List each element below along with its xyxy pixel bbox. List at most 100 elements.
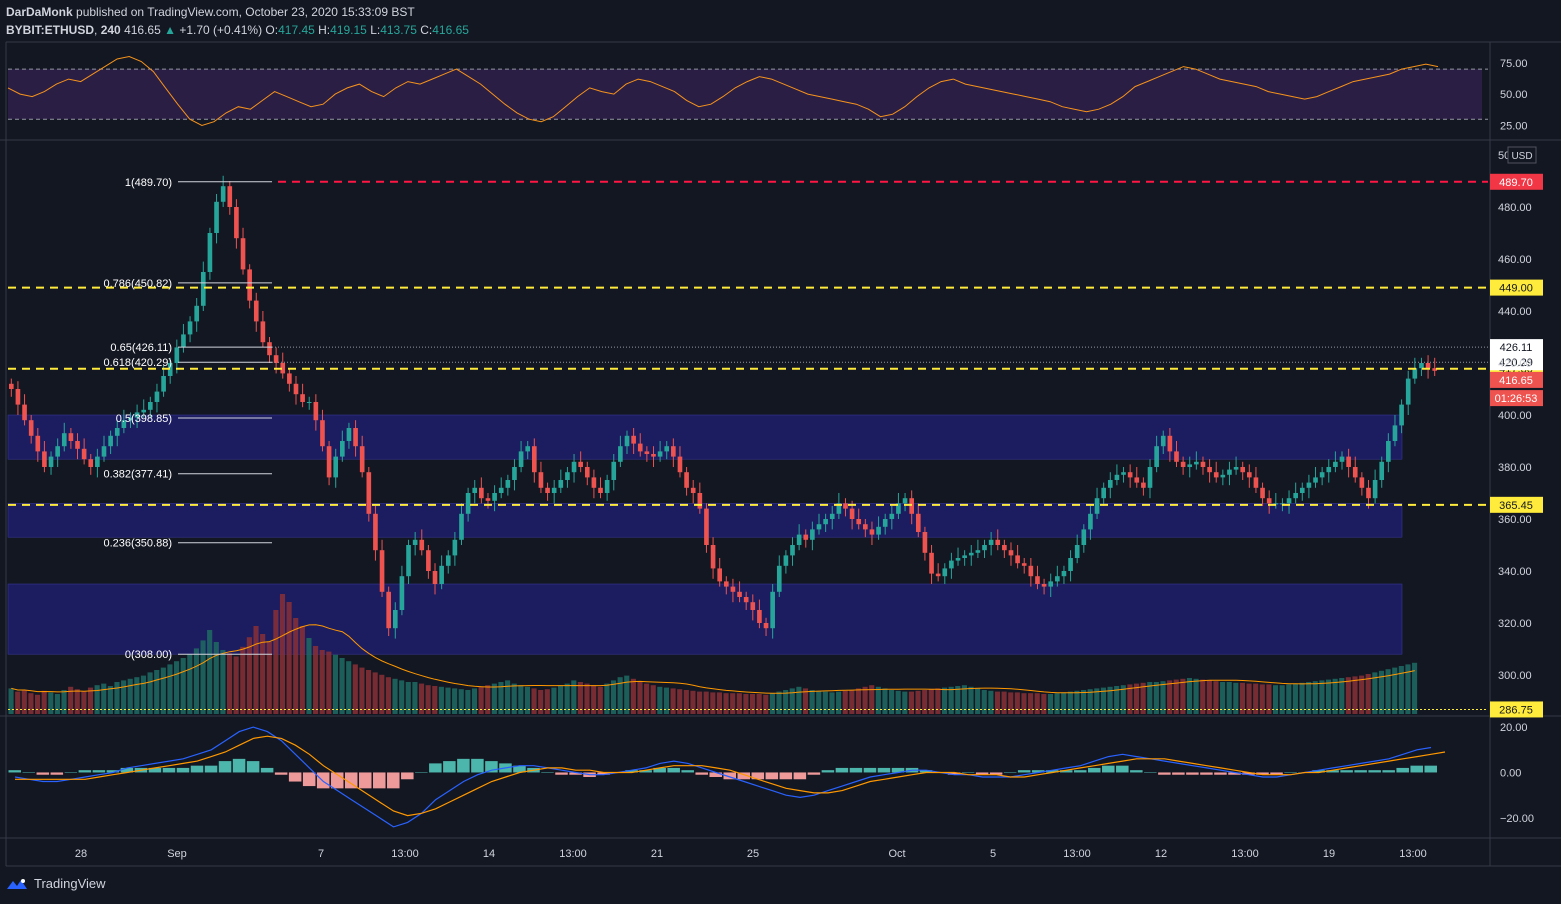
- candle[interactable]: [247, 264, 252, 309]
- candle[interactable]: [1008, 542, 1014, 566]
- candle[interactable]: [1359, 472, 1365, 496]
- candle[interactable]: [1141, 477, 1146, 496]
- candle[interactable]: [280, 352, 286, 379]
- candle[interactable]: [1227, 461, 1232, 486]
- candle[interactable]: [604, 474, 610, 501]
- candle[interactable]: [1074, 534, 1080, 564]
- candle[interactable]: [406, 539, 411, 584]
- candle[interactable]: [1306, 474, 1312, 499]
- candle[interactable]: [194, 298, 199, 332]
- candle[interactable]: [1299, 482, 1305, 501]
- candle[interactable]: [1107, 472, 1113, 499]
- candle[interactable]: [1213, 461, 1219, 483]
- candle[interactable]: [962, 550, 967, 566]
- candle[interactable]: [240, 227, 246, 275]
- candle[interactable]: [949, 552, 954, 579]
- candle[interactable]: [8, 378, 14, 397]
- candle[interactable]: [293, 376, 299, 405]
- candle[interactable]: [1352, 456, 1358, 483]
- candle[interactable]: [479, 477, 484, 504]
- candle[interactable]: [399, 565, 405, 616]
- candle[interactable]: [1187, 456, 1193, 478]
- candle[interactable]: [287, 368, 292, 392]
- candle[interactable]: [1326, 459, 1332, 483]
- candle[interactable]: [710, 537, 716, 579]
- candle[interactable]: [591, 469, 597, 499]
- candle[interactable]: [1419, 357, 1424, 376]
- macd-line[interactable]: [14, 726, 1432, 828]
- candle[interactable]: [545, 482, 550, 501]
- candle[interactable]: [776, 555, 782, 597]
- candle[interactable]: [253, 292, 259, 332]
- candle[interactable]: [326, 441, 332, 486]
- candle[interactable]: [1055, 565, 1060, 587]
- candle[interactable]: [1293, 482, 1298, 504]
- candle[interactable]: [1379, 456, 1385, 488]
- candle[interactable]: [1134, 467, 1140, 488]
- macd-pane[interactable]: 20.00 0.00 −20.00: [8, 722, 1534, 828]
- candle[interactable]: [584, 461, 590, 486]
- candle[interactable]: [929, 545, 934, 584]
- candle[interactable]: [955, 547, 961, 566]
- candle[interactable]: [690, 480, 696, 504]
- candle[interactable]: [935, 563, 941, 582]
- candle[interactable]: [1068, 550, 1073, 582]
- candle[interactable]: [1372, 469, 1378, 504]
- candle[interactable]: [1260, 482, 1265, 506]
- candle[interactable]: [1412, 357, 1418, 384]
- candle[interactable]: [200, 261, 206, 311]
- candle[interactable]: [300, 383, 305, 408]
- candle[interactable]: [15, 381, 21, 415]
- candle[interactable]: [783, 550, 789, 574]
- candle[interactable]: [942, 563, 948, 584]
- candle[interactable]: [968, 545, 974, 566]
- candle[interactable]: [1127, 464, 1133, 488]
- candle[interactable]: [373, 506, 378, 561]
- candle[interactable]: [234, 199, 239, 249]
- candle[interactable]: [1247, 464, 1252, 488]
- candle[interactable]: [1101, 482, 1106, 506]
- candle[interactable]: [790, 537, 795, 566]
- candle[interactable]: [220, 175, 226, 207]
- candle[interactable]: [161, 365, 166, 397]
- candle[interactable]: [565, 467, 570, 488]
- candle[interactable]: [207, 227, 213, 280]
- candle[interactable]: [1114, 464, 1120, 486]
- candle[interactable]: [975, 539, 981, 558]
- tradingview-footer[interactable]: TradingView: [6, 876, 106, 891]
- candle[interactable]: [1432, 357, 1438, 376]
- candle[interactable]: [1015, 545, 1020, 569]
- candle[interactable]: [1207, 459, 1212, 483]
- candle[interactable]: [379, 539, 385, 597]
- candle[interactable]: [1021, 558, 1027, 574]
- candle[interactable]: [611, 454, 617, 491]
- candle[interactable]: [1147, 459, 1153, 499]
- candle[interactable]: [260, 311, 266, 348]
- candle[interactable]: [445, 550, 451, 574]
- candle[interactable]: [214, 194, 219, 244]
- candle[interactable]: [704, 503, 709, 553]
- candle[interactable]: [267, 337, 272, 363]
- candle[interactable]: [472, 480, 478, 504]
- candle[interactable]: [1002, 539, 1007, 558]
- candle[interactable]: [306, 396, 312, 410]
- candle[interactable]: [1240, 461, 1246, 480]
- candle[interactable]: [1028, 558, 1034, 587]
- candle[interactable]: [1061, 565, 1067, 584]
- candle[interactable]: [512, 459, 517, 491]
- candle[interactable]: [181, 324, 186, 353]
- candle[interactable]: [717, 558, 723, 587]
- candle[interactable]: [538, 461, 544, 493]
- candle[interactable]: [598, 477, 603, 499]
- candle[interactable]: [426, 545, 431, 579]
- price-pane[interactable]: 1(489.70)0.786(450.82)0.65(426.11)0.618(…: [7, 150, 1543, 718]
- candle[interactable]: [1253, 467, 1259, 493]
- candle[interactable]: [227, 181, 233, 215]
- rsi-pane[interactable]: 75.00 50.00 25.00: [7, 55, 1528, 133]
- support-zone[interactable]: [7, 414, 1403, 460]
- chart-canvas[interactable]: 75.0050.0025.00 1(489.70)0.786(450.82)0.…: [0, 0, 1561, 904]
- candle[interactable]: [1405, 370, 1411, 415]
- candle[interactable]: [154, 383, 160, 413]
- candle[interactable]: [366, 467, 372, 522]
- candle[interactable]: [982, 539, 987, 558]
